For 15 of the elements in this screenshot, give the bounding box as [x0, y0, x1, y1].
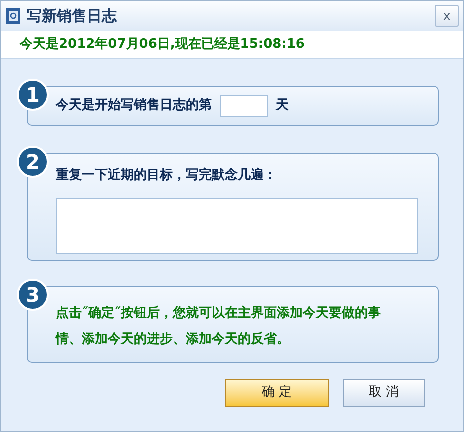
- step-label: 重复一下近期的目标，写完默念几遍：: [56, 166, 278, 185]
- window-title: 写新销售日志: [27, 6, 117, 27]
- step-number-badge: 1: [17, 79, 49, 111]
- close-button[interactable]: x: [435, 5, 459, 27]
- day-unit-label: 天: [276, 97, 289, 116]
- notebook-icon: [5, 8, 21, 24]
- step-number-badge: 2: [17, 146, 49, 178]
- step-label: 今天是开始写销售日志的第: [56, 96, 212, 116]
- status-text: 今天是2012年07月06日,现在已经是15:08:16: [20, 36, 305, 54]
- confirm-button[interactable]: 确 定: [225, 379, 329, 407]
- goal-text-area[interactable]: [56, 198, 418, 254]
- step-number-badge: 3: [17, 279, 49, 311]
- cancel-button[interactable]: 取 消: [343, 379, 425, 407]
- instruction-text: 点击˝确定˝按钮后，您就可以在主界面添加今天要做的事情、添加今天的进步、添加今天的反省。: [56, 304, 382, 349]
- day-input-field[interactable]: [220, 95, 268, 117]
